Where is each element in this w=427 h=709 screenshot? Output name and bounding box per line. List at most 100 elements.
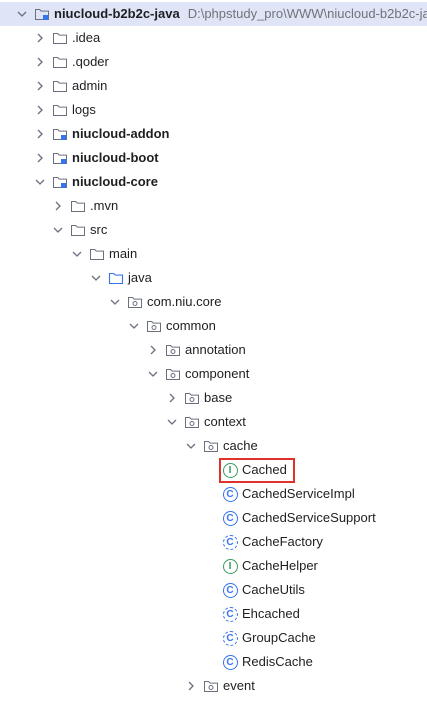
tree-item-label: Ehcached [242,606,300,621]
tree-item-label: com.niu.core [147,294,222,309]
tree-item-label: logs [72,102,96,117]
tree-row-java[interactable]: java [0,266,427,290]
tree-item-label: niucloud-boot [72,150,159,165]
chevron-down-icon[interactable] [164,414,180,430]
chevron-down-icon[interactable] [145,366,161,382]
tree-item-label: event [223,678,255,693]
chevron-right-icon[interactable] [32,78,48,94]
tree-row-qoder[interactable]: .qoder [0,50,427,74]
tree-row-niucloud-boot[interactable]: niucloud-boot [0,146,427,170]
chevron-right-icon[interactable] [50,198,66,214]
chevron-down-icon[interactable] [50,222,66,238]
abstract-class-icon: C [222,606,238,622]
tree-row-ehcached[interactable]: C Ehcached [0,602,427,626]
tree-row-cachedserviceimpl[interactable]: C CachedServiceImpl [0,482,427,506]
tree-item-label: CacheFactory [242,534,323,549]
tree-item-label: .idea [72,30,101,45]
tree-row-cachefactory[interactable]: C CacheFactory [0,530,427,554]
tree-item-label: CachedServiceImpl [242,486,355,501]
tree-row-idea[interactable]: .idea [0,26,427,50]
chevron-right-icon[interactable] [32,102,48,118]
tree-item-label: CacheUtils [242,582,305,597]
tree-item-label: annotation [185,342,246,357]
abstract-class-icon: C [222,534,238,550]
tree-item-label: base [204,390,233,405]
chevron-down-icon[interactable] [183,438,199,454]
chevron-right-icon[interactable] [32,126,48,142]
tree-row-admin[interactable]: admin [0,74,427,98]
tree-item-label: CachedServiceSupport [242,510,376,525]
tree-row-niucloud-addon[interactable]: niucloud-addon [0,122,427,146]
chevron-down-icon[interactable] [14,6,30,22]
module-folder-icon [52,174,68,190]
chevron-right-icon[interactable] [32,150,48,166]
tree-row-cached[interactable]: I Cached [0,458,427,482]
tree-row-rediscache[interactable]: C RedisCache [0,650,427,674]
tree-item-label: .mvn [90,198,119,213]
tree-item-label: CacheHelper [242,558,318,573]
folder-icon [52,102,68,118]
tree-item-label: component [185,366,250,381]
tree-row-project-root[interactable]: niucloud-b2b2c-java D:\phpstudy_pro\WWW\… [0,2,427,26]
project-path: D:\phpstudy_pro\WWW\niucloud-b2b2c-ja [187,6,427,21]
folder-icon [89,246,105,262]
tree-item-label: java [128,270,152,285]
chevron-right-icon[interactable] [183,678,199,694]
tree-row-common[interactable]: common [0,314,427,338]
tree-item-label: Cached [242,462,287,477]
class-icon: C [222,654,238,670]
tree-item-label: .qoder [72,54,109,69]
tree-row-annotation[interactable]: annotation [0,338,427,362]
tree-row-com-niu-core[interactable]: com.niu.core [0,290,427,314]
tree-row-base[interactable]: base [0,386,427,410]
chevron-right-icon[interactable] [32,30,48,46]
tree-row-cachedservicesupport[interactable]: C CachedServiceSupport [0,506,427,530]
module-folder-icon [34,6,50,22]
class-icon: C [222,486,238,502]
chevron-right-icon[interactable] [164,390,180,406]
tree-row-cache[interactable]: cache [0,434,427,458]
source-folder-icon [108,270,124,286]
project-name: niucloud-b2b2c-java [54,6,180,21]
chevron-right-icon[interactable] [32,54,48,70]
tree-row-mvn[interactable]: .mvn [0,194,427,218]
abstract-class-icon: C [222,630,238,646]
tree-item-label: common [166,318,216,333]
tree-row-main[interactable]: main [0,242,427,266]
folder-icon [52,30,68,46]
folder-icon [70,222,86,238]
project-tree: niucloud-b2b2c-java D:\phpstudy_pro\WWW\… [0,0,427,709]
tree-item-label: admin [72,78,108,93]
package-icon [165,366,181,382]
package-icon [184,414,200,430]
tree-item-label: niucloud-core [72,174,158,189]
class-icon: C [222,510,238,526]
tree-item-label: niucloud-addon [72,126,170,141]
chevron-down-icon[interactable] [107,294,123,310]
chevron-down-icon[interactable] [32,174,48,190]
tree-row-niucloud-core[interactable]: niucloud-core [0,170,427,194]
package-icon [203,678,219,694]
module-folder-icon [52,126,68,142]
tree-row-src[interactable]: src [0,218,427,242]
tree-row-cacheutils[interactable]: C CacheUtils [0,578,427,602]
tree-row-groupcache[interactable]: C GroupCache [0,626,427,650]
tree-item-label: RedisCache [242,654,313,669]
tree-item-label: src [90,222,108,237]
interface-icon: I [222,558,238,574]
chevron-down-icon[interactable] [69,246,85,262]
tree-row-component[interactable]: component [0,362,427,386]
tree-row-event[interactable]: event [0,674,427,698]
chevron-down-icon[interactable] [88,270,104,286]
tree-row-context[interactable]: context [0,410,427,434]
class-icon: C [222,582,238,598]
package-icon [203,438,219,454]
chevron-right-icon[interactable] [145,342,161,358]
tree-item-label: main [109,246,138,261]
tree-row-logs[interactable]: logs [0,98,427,122]
chevron-down-icon[interactable] [126,318,142,334]
package-icon [146,318,162,334]
tree-item-label: context [204,414,246,429]
tree-row-cachehelper[interactable]: I CacheHelper [0,554,427,578]
folder-icon [70,198,86,214]
